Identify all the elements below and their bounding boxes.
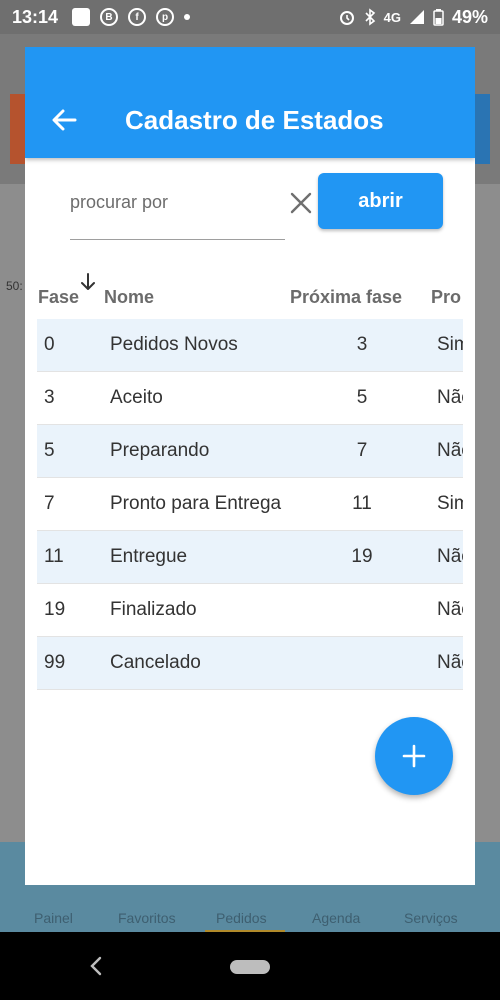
cell-proxima-fase: 3: [356, 334, 368, 355]
status-bar: 13:14 B f p 4G 49%: [0, 0, 500, 34]
cell-pro: Não: [437, 546, 463, 567]
cell-pro: Não: [437, 387, 463, 408]
arrow-left-icon: [52, 109, 77, 131]
battery-percent: 49%: [451, 6, 488, 27]
image-icon: [72, 8, 91, 26]
cell-proxima-fase: 11: [352, 493, 372, 514]
status-time: 13:14: [12, 6, 59, 27]
system-back-icon[interactable]: [86, 954, 106, 978]
system-status: 4G 49%: [338, 7, 488, 28]
cell-fase: 0: [44, 334, 55, 355]
cell-nome: Pedidos Novos: [110, 334, 238, 355]
cell-pro: Não: [437, 652, 463, 673]
back-button[interactable]: [47, 103, 81, 137]
battery-icon: [433, 9, 444, 26]
cell-proxima-fase: 5: [356, 387, 368, 408]
states-dialog: Cadastro de Estados abrir Fase Nome Próx…: [25, 47, 475, 885]
nav-item-favoritos: Favoritos: [118, 910, 176, 926]
table-row[interactable]: 99 Cancelado Não: [37, 637, 463, 690]
search-field[interactable]: [70, 182, 285, 240]
network-type: 4G: [383, 9, 401, 25]
header-fase[interactable]: Fase: [38, 287, 79, 308]
cell-fase: 7: [44, 493, 55, 514]
cell-nome: Entregue: [110, 546, 188, 567]
pinterest-icon: p: [156, 8, 175, 26]
notification-icons: B f p: [72, 8, 191, 26]
cell-nome: Aceito: [110, 387, 163, 408]
table-row[interactable]: 19 Finalizado Não: [37, 584, 463, 637]
cell-pro: Sim: [437, 493, 463, 514]
table-header: Fase Nome Próxima fase Pro: [37, 269, 463, 319]
table-row[interactable]: 11 Entregue 19 Não: [37, 531, 463, 584]
cell-fase: 3: [44, 387, 55, 408]
system-home-button[interactable]: [230, 960, 270, 974]
arrow-down-icon[interactable]: [81, 273, 95, 291]
table-row[interactable]: 3 Aceito 5 Não: [37, 372, 463, 425]
cell-nome: Pronto para Entrega: [110, 493, 282, 514]
dot-icon: [184, 14, 191, 20]
background-left-text: 50:: [6, 279, 23, 293]
cell-fase: 5: [44, 440, 55, 461]
cell-nome: Preparando: [110, 440, 210, 461]
cell-proxima-fase: 19: [351, 546, 373, 567]
table-row[interactable]: 0 Pedidos Novos 3 Sim: [37, 319, 463, 372]
cell-nome: Finalizado: [110, 599, 197, 620]
cell-fase: 11: [44, 546, 64, 567]
clear-search-button[interactable]: [287, 189, 315, 217]
dialog-appbar: Cadastro de Estados: [25, 47, 475, 158]
dialog-title: Cadastro de Estados: [125, 105, 384, 135]
header-nome[interactable]: Nome: [104, 287, 154, 308]
states-table: Fase Nome Próxima fase Pro 0 Pedidos Nov…: [37, 269, 463, 693]
table-row[interactable]: 7 Pronto para Entrega 11 Sim: [37, 478, 463, 531]
b-icon: B: [100, 8, 119, 26]
plus-icon: [402, 744, 426, 768]
open-button[interactable]: abrir: [318, 173, 443, 229]
bluetooth-icon: [365, 8, 375, 26]
cell-fase: 99: [44, 652, 66, 673]
cell-pro: Não: [437, 599, 463, 620]
facebook-icon: f: [128, 8, 147, 26]
add-state-button[interactable]: [375, 717, 453, 795]
search-input[interactable]: [70, 182, 285, 222]
cell-proxima-fase: 7: [356, 440, 368, 461]
nav-item-servicos: Serviços: [404, 910, 458, 926]
header-pro[interactable]: Pro: [431, 287, 461, 308]
cell-pro: Não: [437, 440, 463, 461]
table-row[interactable]: 5 Preparando 7 Não: [37, 425, 463, 478]
cell-fase: 19: [44, 599, 66, 620]
close-icon: [290, 192, 312, 214]
cell-nome: Cancelado: [110, 652, 201, 673]
cell-pro: Sim: [437, 334, 463, 355]
nav-item-agenda: Agenda: [312, 910, 361, 926]
alarm-icon: [339, 11, 354, 25]
nav-item-pedidos: Pedidos: [216, 910, 267, 926]
header-proxima-fase[interactable]: Próxima fase: [290, 287, 402, 308]
signal-icon: [409, 10, 424, 24]
system-nav-bar: [0, 932, 500, 1000]
nav-item-painel: Painel: [34, 910, 73, 926]
